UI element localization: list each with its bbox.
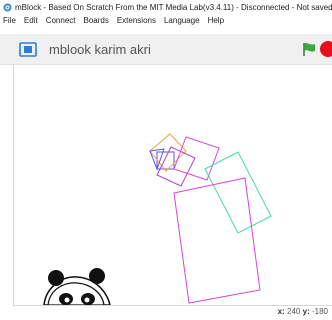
y-label: y: bbox=[302, 307, 310, 316]
menu-file[interactable]: File bbox=[0, 16, 20, 25]
pen-square-magenta-large bbox=[173, 177, 261, 304]
mouse-coordinates: x: 240 y: -180 bbox=[278, 307, 328, 316]
title-bar: mBlock - Based On Scratch From the MIT M… bbox=[0, 0, 332, 14]
menu-extensions[interactable]: Extensions bbox=[113, 16, 160, 25]
x-value: 240 bbox=[287, 307, 301, 316]
stage-header: mblook karim akri bbox=[0, 34, 332, 65]
menu-boards[interactable]: Boards bbox=[79, 16, 112, 25]
panda-sprite[interactable] bbox=[43, 268, 111, 305]
drawing-svg bbox=[43, 133, 272, 305]
menu-help[interactable]: Help bbox=[204, 16, 228, 25]
stage-canvas[interactable] bbox=[13, 65, 332, 306]
stop-icon[interactable] bbox=[320, 41, 332, 57]
window-title: mBlock - Based On Scratch From the MIT M… bbox=[15, 2, 332, 12]
y-value: -180 bbox=[311, 307, 328, 316]
menu-bar: File Edit Connect Boards Extensions Lang… bbox=[0, 14, 332, 27]
stage-layout-toggle-icon[interactable] bbox=[19, 41, 37, 57]
menu-edit[interactable]: Edit bbox=[20, 16, 42, 25]
menu-language[interactable]: Language bbox=[160, 16, 204, 25]
menu-connect[interactable]: Connect bbox=[42, 16, 80, 25]
pen-square-green bbox=[204, 151, 272, 234]
pen-square-magenta-upper bbox=[173, 136, 220, 181]
project-name: mblook karim akri bbox=[49, 41, 151, 57]
green-flag-icon[interactable] bbox=[302, 42, 317, 57]
mblock-app-icon bbox=[3, 3, 12, 12]
x-label: x: bbox=[277, 307, 285, 316]
